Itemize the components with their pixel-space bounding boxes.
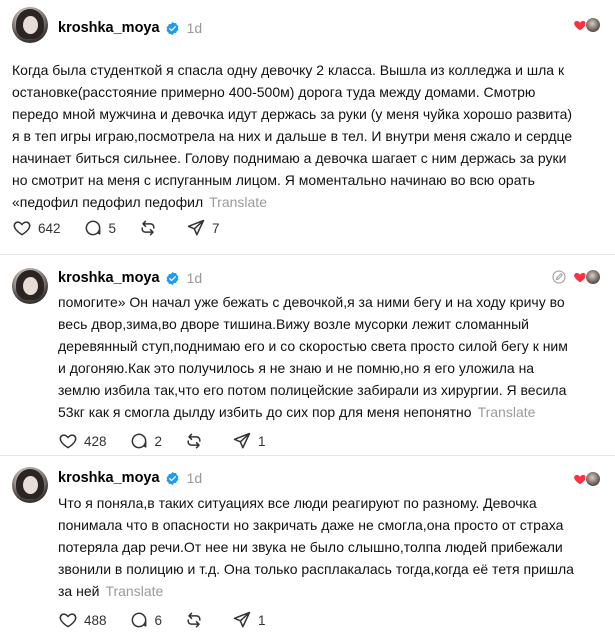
avatar[interactable] — [12, 268, 48, 304]
verified-badge-icon — [166, 21, 178, 35]
heart-icon — [59, 434, 77, 449]
like-count: 428 — [84, 433, 107, 449]
post-header: kroshka_moya 1d — [58, 467, 202, 489]
share-icon — [187, 219, 205, 236]
post-time: 1d — [186, 270, 203, 286]
comment-button[interactable]: 2 — [129, 431, 163, 451]
like-button[interactable]: 642 — [12, 218, 61, 238]
repost-button[interactable] — [184, 610, 210, 630]
post-line-text: за ней — [58, 583, 100, 599]
avatar[interactable] — [12, 7, 48, 43]
comment-icon — [131, 433, 146, 449]
verified-badge-icon — [166, 471, 178, 485]
share-count: 7 — [212, 220, 220, 236]
post-line: землю избила так,что его потом полицейск… — [58, 382, 567, 398]
edit-icon — [552, 270, 566, 284]
reactor-avatar — [585, 471, 601, 487]
repost-button[interactable] — [184, 431, 210, 451]
post-actions: 642 5 7 — [12, 218, 242, 238]
post-actions: 488 6 1 — [58, 610, 288, 630]
comment-button[interactable]: 5 — [83, 218, 117, 238]
post-body: Когда была студенткой я спасла одну дево… — [12, 59, 572, 213]
post-reactions-preview[interactable] — [551, 269, 601, 285]
post-line: я в теп игры играю,посмотрела на них и д… — [12, 128, 573, 144]
post-header: kroshka_moya 1d — [58, 17, 202, 39]
like-count: 488 — [84, 612, 107, 628]
reactor-avatar — [585, 269, 601, 285]
translate-link[interactable]: Translate — [209, 194, 267, 210]
post-line-text: 53кг как я смогла дылду избить до сих по… — [58, 404, 472, 420]
comment-count: 2 — [154, 433, 163, 449]
post-line: начинает биться сильнее. Голову поднимаю… — [12, 150, 567, 166]
repost-icon — [187, 612, 201, 628]
share-button[interactable]: 7 — [186, 218, 220, 238]
post-line: и догоняю.Как это получилось я не знаю и… — [58, 360, 535, 376]
username[interactable]: kroshka_moya — [58, 20, 160, 36]
like-button[interactable]: 428 — [58, 431, 107, 451]
post-line: весь двор,зима,во дворе тишина.Вижу возл… — [58, 316, 529, 332]
post-line-text: «педофил педофил педофил — [12, 194, 204, 210]
post-line: Когда была студенткой я спасла одну дево… — [12, 62, 565, 78]
repost-icon — [141, 220, 155, 236]
repost-button[interactable] — [138, 218, 164, 238]
share-button[interactable]: 1 — [232, 431, 266, 451]
translate-link[interactable]: Translate — [105, 583, 163, 599]
username[interactable]: kroshka_moya — [58, 270, 160, 286]
post-body: помогите» Он начал уже бежать с девочкой… — [58, 291, 568, 423]
comment-button[interactable]: 6 — [129, 610, 163, 630]
avatar-face — [23, 277, 38, 295]
comment-icon — [85, 220, 100, 236]
share-count: 1 — [258, 612, 266, 628]
comment-icon — [131, 612, 146, 628]
heart-icon — [59, 613, 77, 628]
post-line: но смотрит на меня с испуганным лицом. Я… — [12, 172, 535, 188]
post-line: звонили в полицию и т.д. Она только расп… — [58, 561, 574, 577]
avatar-face — [23, 16, 38, 34]
post-line-last: «педофил педофил педофил Translate — [12, 191, 572, 213]
reactor-avatar — [585, 17, 601, 33]
heart-icon — [13, 221, 31, 236]
post-body: Что я поняла,в таких ситуациях все люди … — [58, 492, 574, 602]
post-line: остановке(расстояние примерно 400-500м) … — [12, 84, 536, 100]
verified-badge-icon — [166, 271, 178, 285]
post-line-last: 53кг как я смогла дылду избить до сих по… — [58, 401, 568, 423]
share-icon — [233, 611, 251, 628]
thread-post-3: kroshka_moya 1d Что я поняла,в таких сит… — [0, 457, 615, 637]
username[interactable]: kroshka_moya — [58, 470, 160, 486]
avatar[interactable] — [12, 467, 48, 503]
post-line: деревянный ступ,поднимаю его и со скорос… — [58, 338, 568, 354]
share-button[interactable]: 1 — [232, 610, 266, 630]
post-reactions-preview[interactable] — [573, 471, 601, 487]
thread-post-1: kroshka_moya 1d Когда была студенткой я … — [0, 0, 615, 255]
share-icon — [233, 432, 251, 449]
comment-count: 5 — [108, 220, 117, 236]
thread-post-2: kroshka_moya 1d помогите» Он начал уже б… — [0, 256, 615, 456]
post-time: 1d — [186, 470, 203, 486]
comment-count: 6 — [154, 612, 163, 628]
translate-link[interactable]: Translate — [478, 404, 536, 420]
post-reactions-preview[interactable] — [573, 17, 601, 33]
post-actions: 428 2 1 — [58, 431, 288, 451]
post-line: помогите» Он начал уже бежать с девочкой… — [58, 294, 565, 310]
like-count: 642 — [38, 220, 61, 236]
post-line: понимала что в опасности но закричать да… — [58, 517, 564, 533]
post-header: kroshka_moya 1d — [58, 267, 202, 289]
post-line: Что я поняла,в таких ситуациях все люди … — [58, 495, 537, 511]
avatar-face — [23, 476, 38, 494]
share-count: 1 — [258, 433, 266, 449]
like-button[interactable]: 488 — [58, 610, 107, 630]
post-line: потеряла дар речи.От нее ни звука не был… — [58, 539, 563, 555]
post-time: 1d — [186, 20, 203, 36]
post-line: передо мной мужчина и девочка идут держа… — [12, 106, 573, 122]
post-line-last: за ней Translate — [58, 580, 574, 602]
repost-icon — [187, 433, 201, 449]
